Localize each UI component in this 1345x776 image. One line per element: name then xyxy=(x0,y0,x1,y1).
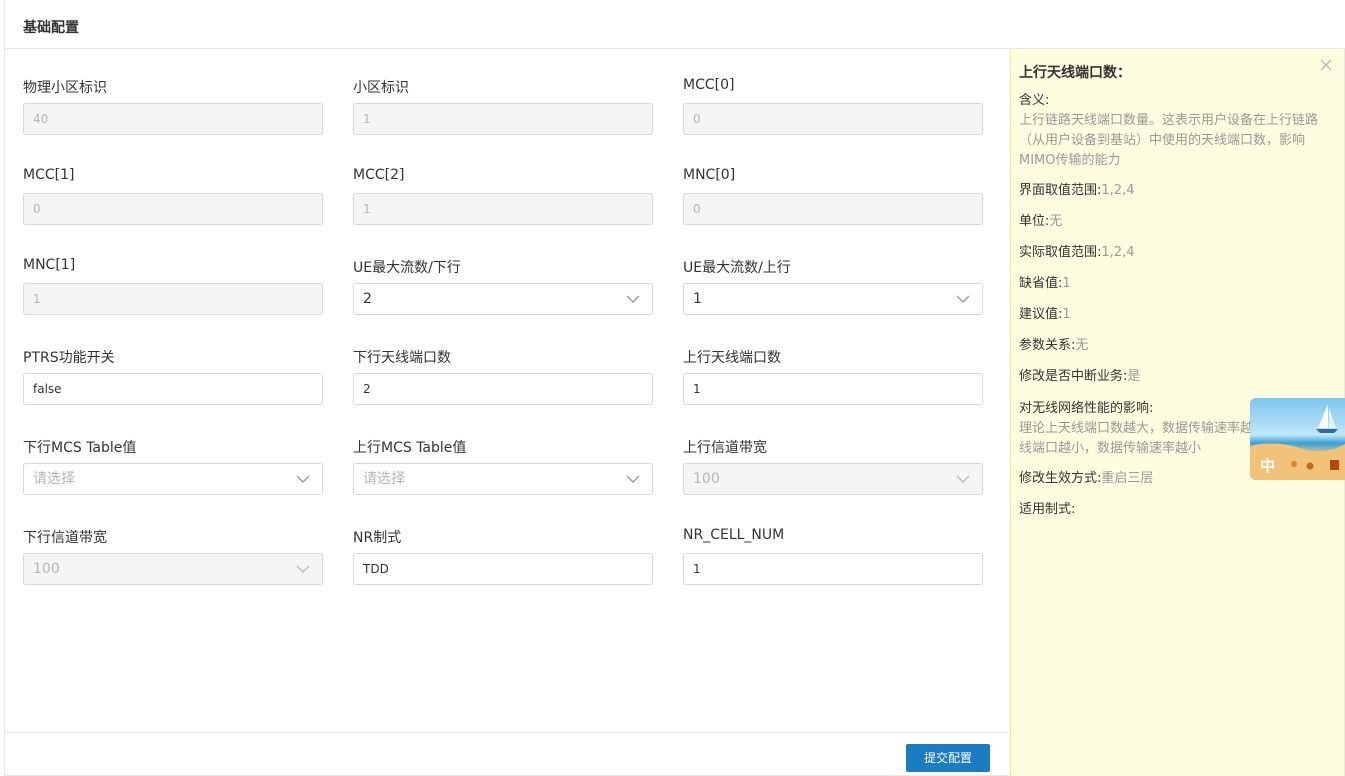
help-effect-value: 重启三层 xyxy=(1101,471,1154,486)
help-default: 缺省值:1 xyxy=(1019,274,1335,294)
dl-mcs-table-placeholder: 请选择 xyxy=(33,471,75,487)
help-actual-range: 实际取值范围:1,2,4 xyxy=(1019,243,1335,263)
ime-toolbar[interactable]: 中 xyxy=(1250,398,1345,480)
help-relation-value: 无 xyxy=(1075,338,1089,353)
ue-max-streams-ul-label: UE最大流数/上行 xyxy=(683,260,791,276)
ul-bandwidth-select: 100 xyxy=(683,463,983,495)
help-interrupt-label: 修改是否中断业务: xyxy=(1019,369,1128,384)
ul-bandwidth-value: 100 xyxy=(693,471,720,487)
help-standard: 适用制式: xyxy=(1019,500,1335,520)
cell-id-label: 小区标识 xyxy=(353,80,409,96)
ue-max-streams-ul-select[interactable]: 1 xyxy=(683,283,983,315)
ul-mcs-table-select[interactable]: 请选择 xyxy=(353,463,653,495)
page-title: 基础配置 xyxy=(23,20,79,36)
nr-cell-num-label: NR_CELL_NUM xyxy=(683,527,785,543)
chevron-down-icon xyxy=(626,475,640,483)
help-unit: 单位:无 xyxy=(1019,212,1335,232)
nr-mode-input[interactable]: TDD xyxy=(353,553,653,585)
help-relation: 参数关系:无 xyxy=(1019,336,1335,356)
mcc1-input: 0 xyxy=(23,193,323,225)
mnc0-input: 0 xyxy=(683,193,983,225)
mcc2-input: 1 xyxy=(353,193,653,225)
help-ui-range-label: 界面取值范围: xyxy=(1019,183,1102,198)
mnc0-label: MNC[0] xyxy=(683,167,736,183)
mcc2-label: MCC[2] xyxy=(353,167,405,183)
ul-mcs-table-label: 上行MCS Table值 xyxy=(353,440,467,456)
help-meaning: 含义: 上行链路天线端口数量。这表示用户设备在上行链路（从用户设备到基站）中使用… xyxy=(1019,91,1335,171)
help-meaning-label: 含义: xyxy=(1019,93,1050,108)
help-suggest-value: 1 xyxy=(1062,307,1071,322)
ul-antenna-ports-input[interactable]: 1 xyxy=(683,373,983,405)
help-effect-label: 修改生效方式: xyxy=(1019,471,1102,486)
dl-antenna-ports-input[interactable]: 2 xyxy=(353,373,653,405)
dl-bandwidth-value: 100 xyxy=(33,561,60,577)
help-actual-range-value: 1,2,4 xyxy=(1101,245,1135,260)
help-unit-value: 无 xyxy=(1049,214,1063,229)
nr-mode-label: NR制式 xyxy=(353,530,402,546)
ptrs-switch-label: PTRS功能开关 xyxy=(23,350,115,366)
chevron-down-icon xyxy=(296,475,310,483)
ue-max-streams-ul-value: 1 xyxy=(693,291,702,307)
chevron-down-icon xyxy=(296,565,310,573)
dl-antenna-ports-label: 下行天线端口数 xyxy=(353,350,451,366)
mcc0-label: MCC[0] xyxy=(683,77,735,93)
help-ui-range-value: 1,2,4 xyxy=(1101,183,1135,198)
chevron-down-icon xyxy=(626,295,640,303)
ime-mode-label: 中 xyxy=(1260,457,1276,475)
physical-cell-id-label: 物理小区标识 xyxy=(23,80,107,96)
dl-mcs-table-label: 下行MCS Table值 xyxy=(23,440,137,456)
ul-mcs-table-placeholder: 请选择 xyxy=(363,471,405,487)
help-relation-label: 参数关系: xyxy=(1019,338,1076,353)
help-meaning-text: 上行链路天线端口数量。这表示用户设备在上行链路（从用户设备到基站）中使用的天线端… xyxy=(1019,113,1319,168)
chevron-down-icon xyxy=(956,295,970,303)
cell-id-input: 1 xyxy=(353,103,653,135)
footer-divider xyxy=(5,732,1010,733)
help-default-label: 缺省值: xyxy=(1019,276,1063,291)
chevron-down-icon xyxy=(956,475,970,483)
ptrs-switch-input[interactable]: false xyxy=(23,373,323,405)
close-icon[interactable] xyxy=(1320,59,1332,71)
help-interrupt: 修改是否中断业务:是 xyxy=(1019,367,1335,387)
header-bar: 基础配置 xyxy=(5,0,1345,49)
help-default-value: 1 xyxy=(1062,276,1071,291)
help-actual-range-label: 实际取值范围: xyxy=(1019,245,1102,260)
ul-bandwidth-label: 上行信道带宽 xyxy=(683,440,767,456)
ue-max-streams-dl-value: 2 xyxy=(363,291,372,307)
mnc1-input: 1 xyxy=(23,283,323,315)
help-ui-range: 界面取值范围:1,2,4 xyxy=(1019,181,1335,201)
ue-max-streams-dl-label: UE最大流数/下行 xyxy=(353,260,461,276)
help-unit-label: 单位: xyxy=(1019,214,1050,229)
mnc1-label: MNC[1] xyxy=(23,257,76,273)
help-suggest-label: 建议值: xyxy=(1019,307,1063,322)
submit-config-button[interactable]: 提交配置 xyxy=(906,744,990,772)
dl-mcs-table-select[interactable]: 请选择 xyxy=(23,463,323,495)
nr-cell-num-input[interactable]: 1 xyxy=(683,553,983,585)
dl-bandwidth-select: 100 xyxy=(23,553,323,585)
mcc1-label: MCC[1] xyxy=(23,167,75,183)
mcc0-input: 0 xyxy=(683,103,983,135)
ue-max-streams-dl-select[interactable]: 2 xyxy=(353,283,653,315)
help-interrupt-value: 是 xyxy=(1127,369,1141,384)
help-title: 上行天线端口数： xyxy=(1019,65,1131,81)
ul-antenna-ports-label: 上行天线端口数 xyxy=(683,350,781,366)
dl-bandwidth-label: 下行信道带宽 xyxy=(23,530,107,546)
physical-cell-id-input: 40 xyxy=(23,103,323,135)
help-standard-label: 适用制式: xyxy=(1019,502,1076,517)
help-suggest: 建议值:1 xyxy=(1019,305,1335,325)
